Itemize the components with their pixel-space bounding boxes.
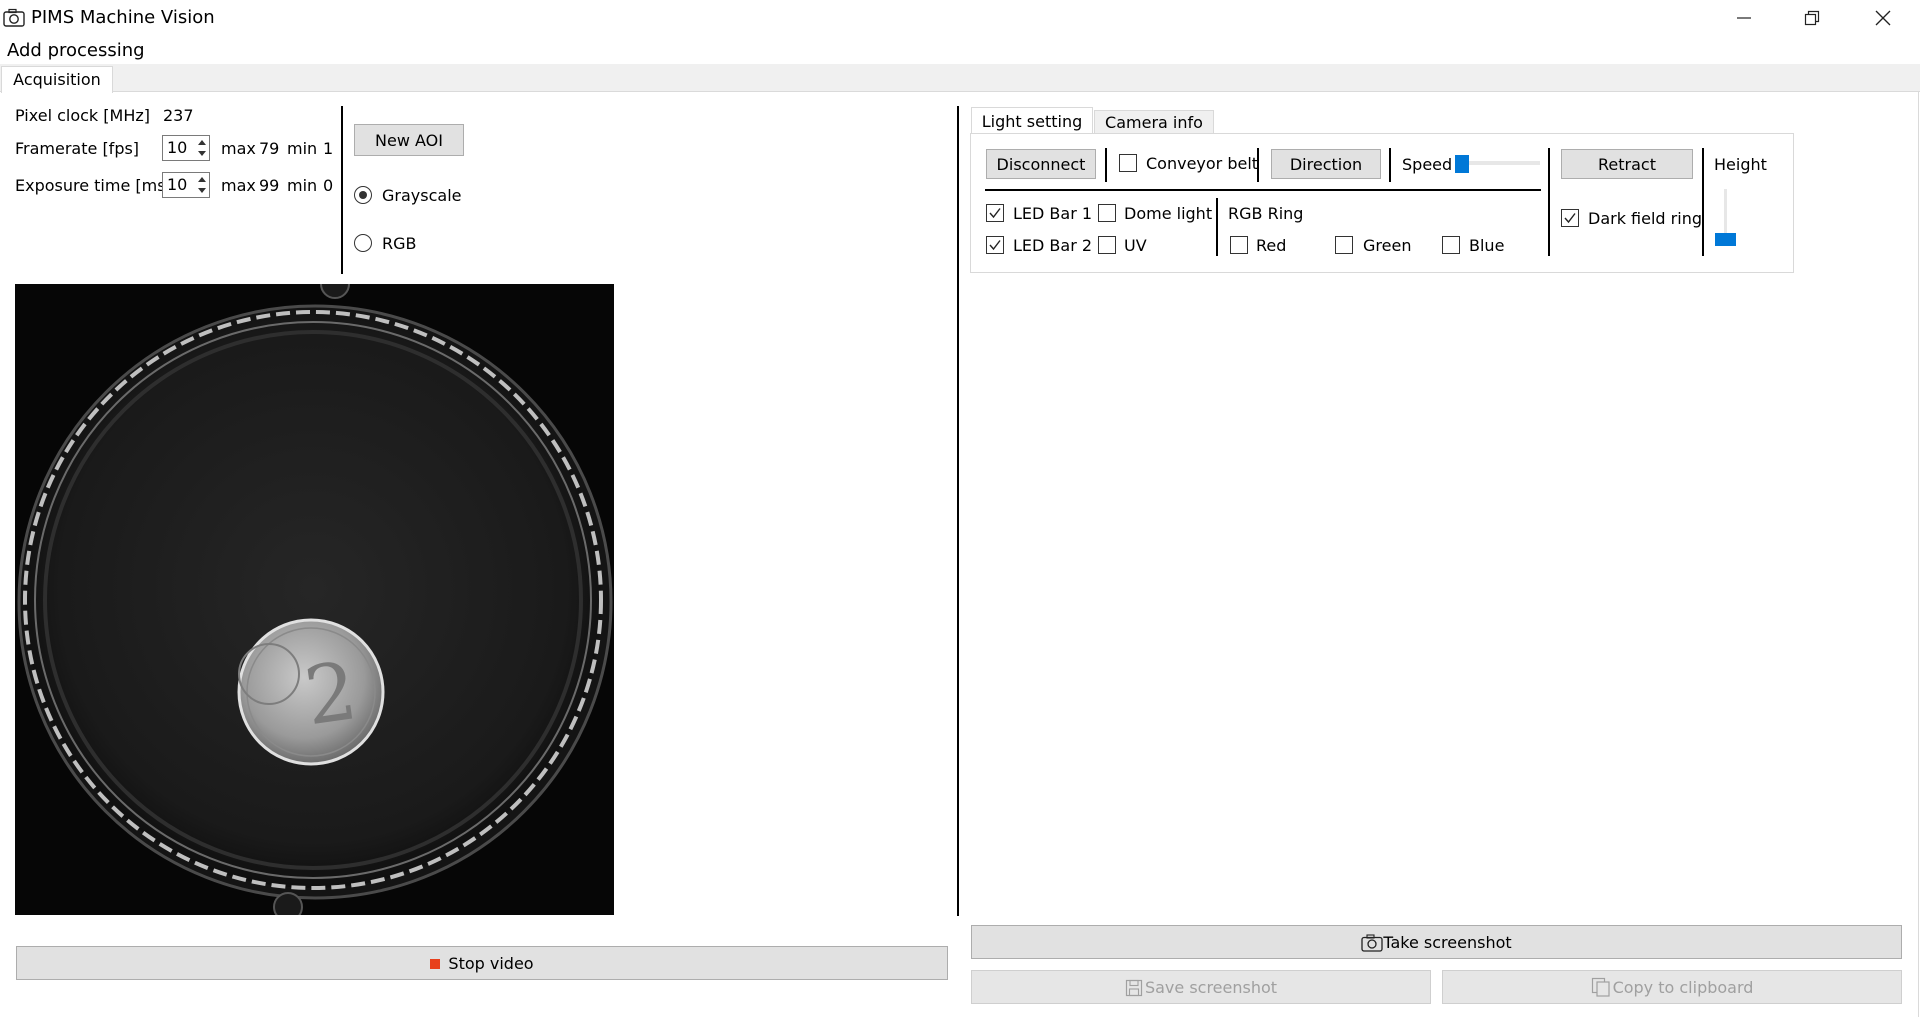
conveyor-belt-label[interactable]: Conveyor belt: [1146, 154, 1258, 174]
tab-camera-info[interactable]: Camera info: [1094, 110, 1214, 135]
height-slider-thumb[interactable]: [1715, 233, 1736, 246]
pixel-clock-label: Pixel clock [MHz]: [15, 106, 150, 125]
new-aoi-button[interactable]: New AOI: [354, 124, 464, 156]
retract-button[interactable]: Retract: [1561, 149, 1693, 179]
separator: [1702, 148, 1704, 256]
framerate-value: 10: [167, 138, 188, 157]
blue-label[interactable]: Blue: [1469, 236, 1504, 256]
dark-field-ring-label[interactable]: Dark field ring: [1588, 209, 1702, 229]
dome-light-checkbox[interactable]: [1098, 204, 1116, 222]
menu-add-processing[interactable]: Add processing: [7, 40, 145, 62]
blue-checkbox[interactable]: [1442, 236, 1460, 254]
save-screenshot-button[interactable]: Save screenshot: [971, 970, 1431, 1004]
panel-border: [1918, 91, 1919, 1017]
exposure-min-value: 0: [323, 176, 334, 195]
framerate-max-value: 79: [259, 139, 280, 158]
uv-checkbox[interactable]: [1098, 236, 1116, 254]
camera-frame-image: 2: [15, 284, 614, 915]
tab-light-setting[interactable]: Light setting: [971, 107, 1093, 135]
framerate-min-label: min: [287, 139, 318, 158]
framerate-max-label: max: [221, 139, 256, 158]
green-checkbox[interactable]: [1335, 236, 1353, 254]
camera-icon: [3, 8, 25, 28]
menu-bar: [0, 38, 1920, 64]
grayscale-radio[interactable]: [354, 186, 372, 204]
speed-slider-thumb[interactable]: [1455, 155, 1469, 173]
take-screenshot-label: Take screenshot: [1383, 933, 1512, 952]
height-label: Height: [1714, 155, 1767, 174]
conveyor-belt-checkbox[interactable]: [1119, 154, 1137, 172]
minimize-icon: [1737, 17, 1751, 19]
green-label[interactable]: Green: [1363, 236, 1411, 256]
red-label[interactable]: Red: [1256, 236, 1286, 256]
separator: [1548, 148, 1550, 256]
check-icon: [989, 240, 1001, 251]
led-bar-2-checkbox[interactable]: [986, 236, 1004, 254]
restore-button[interactable]: [1784, 0, 1840, 36]
camera-preview[interactable]: 2: [15, 284, 614, 915]
save-screenshot-label: Save screenshot: [1144, 978, 1278, 997]
dark-field-ring-checkbox[interactable]: [1561, 209, 1579, 227]
disconnect-button[interactable]: Disconnect: [986, 149, 1096, 179]
direction-button[interactable]: Direction: [1271, 149, 1381, 179]
grayscale-label[interactable]: Grayscale: [382, 186, 461, 206]
close-button[interactable]: [1855, 0, 1911, 36]
check-icon: [1564, 213, 1576, 224]
exposure-max-label: max: [221, 176, 256, 195]
pixel-clock-value: 237: [163, 106, 194, 125]
rgb-ring-label: RGB Ring: [1228, 204, 1304, 223]
led-bar-1-checkbox[interactable]: [986, 204, 1004, 222]
exposure-value: 10: [167, 175, 188, 194]
separator: [1257, 148, 1259, 182]
restore-icon: [1804, 10, 1820, 26]
separator: [341, 106, 343, 274]
stop-icon: [430, 958, 441, 969]
stop-video-button[interactable]: Stop video: [16, 946, 948, 980]
framerate-spinbox[interactable]: 10: [162, 135, 210, 161]
save-icon: [1125, 979, 1143, 996]
take-screenshot-button[interactable]: Take screenshot: [971, 925, 1902, 959]
separator: [985, 189, 1541, 191]
exposure-max-value: 99: [259, 176, 280, 195]
exposure-spinbox[interactable]: 10: [162, 172, 210, 198]
tab-acquisition[interactable]: Acquisition: [1, 66, 113, 93]
led-bar-2-label[interactable]: LED Bar 2: [1013, 236, 1092, 256]
framerate-min-value: 1: [323, 139, 334, 158]
exposure-min-label: min: [287, 176, 318, 195]
close-icon: [1875, 10, 1891, 26]
spin-arrows-icon[interactable]: [195, 136, 209, 160]
exposure-label: Exposure time [ms]: [15, 176, 172, 195]
copy-icon: [1591, 978, 1610, 997]
separator: [1105, 148, 1107, 182]
dome-light-label[interactable]: Dome light: [1124, 204, 1212, 224]
separator: [1216, 198, 1218, 256]
tab-bar: [0, 64, 1920, 92]
stop-video-label: Stop video: [448, 954, 534, 973]
speed-label: Speed: [1402, 155, 1453, 174]
rgb-radio[interactable]: [354, 234, 372, 252]
title-bar: [0, 0, 1920, 36]
uv-label[interactable]: UV: [1124, 236, 1147, 256]
window-title: PIMS Machine Vision: [31, 7, 215, 28]
red-checkbox[interactable]: [1230, 236, 1248, 254]
copy-to-clipboard-label: Copy to clipboard: [1612, 977, 1754, 997]
rgb-label[interactable]: RGB: [382, 234, 417, 254]
led-bar-1-label[interactable]: LED Bar 1: [1013, 204, 1092, 224]
spin-arrows-icon[interactable]: [195, 173, 209, 197]
framerate-label: Framerate [fps]: [15, 139, 140, 158]
check-icon: [989, 208, 1001, 219]
minimize-button[interactable]: [1716, 0, 1772, 36]
panel-separator: [957, 106, 959, 916]
separator: [1389, 148, 1391, 182]
copy-to-clipboard-button[interactable]: Copy to clipboard: [1442, 970, 1902, 1004]
camera-icon: [1361, 933, 1384, 952]
